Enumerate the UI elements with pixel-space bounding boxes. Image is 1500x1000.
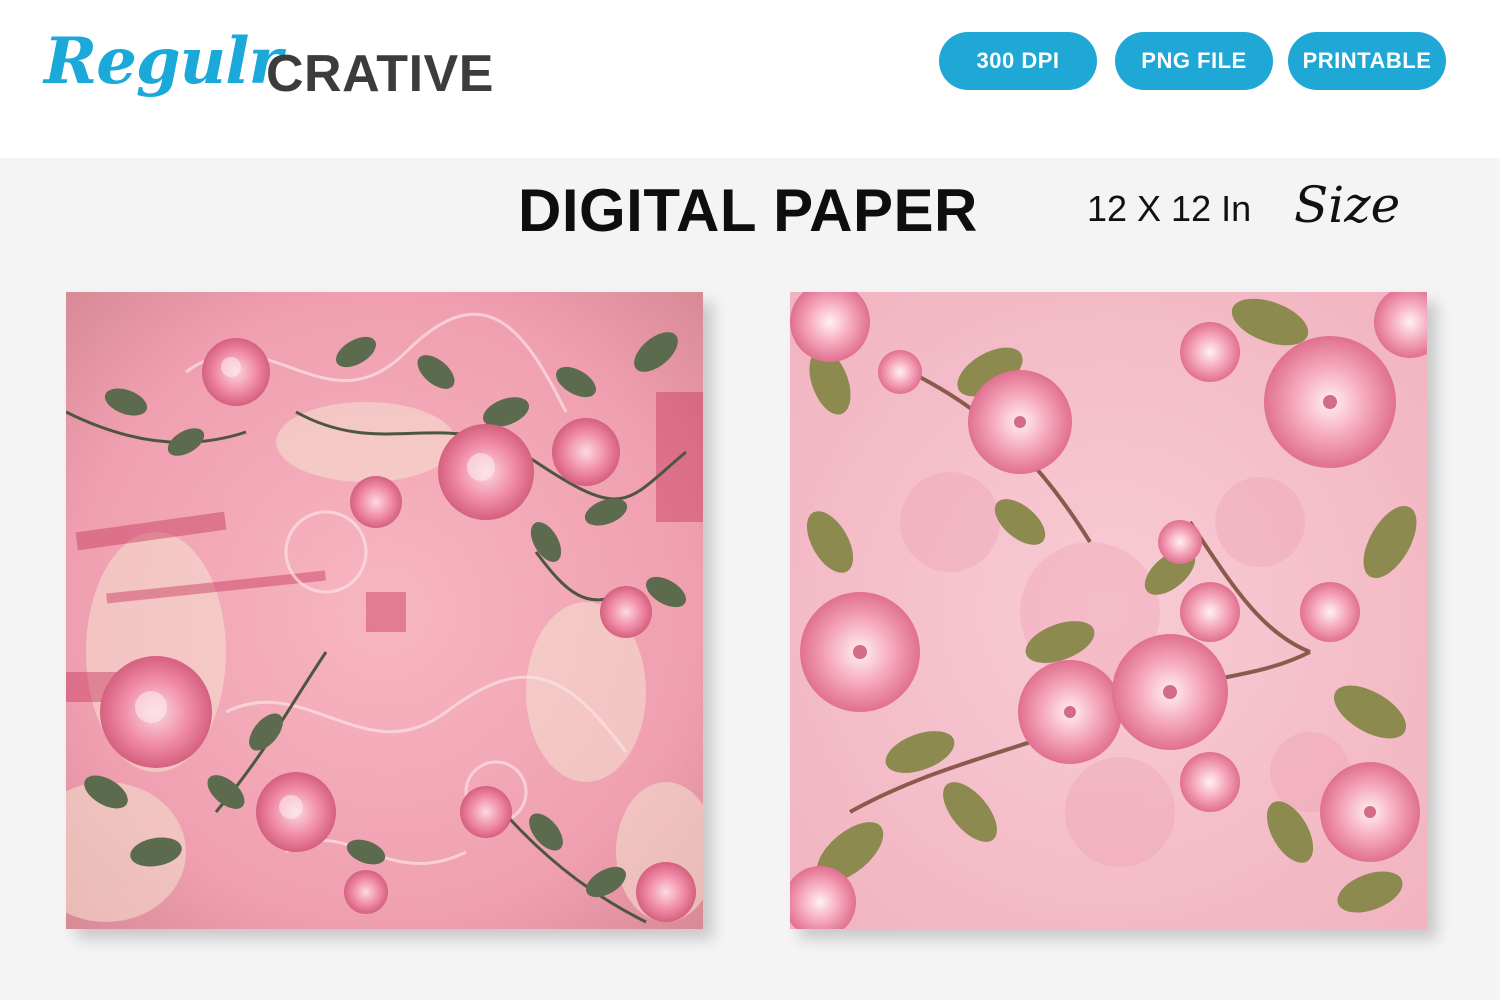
badge-file-type: PNG FILE [1115, 32, 1273, 90]
blossom-artwork [790, 292, 1427, 929]
grunge-floral-artwork [66, 292, 703, 929]
size-script-label: Size [1294, 176, 1401, 234]
header: Regulr CRATIVE 300 DPI PNG FILE PRINTABL… [0, 0, 1500, 158]
badge-printable: PRINTABLE [1288, 32, 1446, 90]
page-title: DIGITAL PAPER [518, 177, 978, 244]
size-label: 12 X 12 In [1087, 188, 1252, 229]
feature-badges: 300 DPI PNG FILE PRINTABLE [0, 32, 1500, 90]
pink-floral-grunge-paper [66, 292, 703, 929]
pink-blossom-paper [790, 292, 1427, 929]
badge-dpi: 300 DPI [939, 32, 1097, 90]
